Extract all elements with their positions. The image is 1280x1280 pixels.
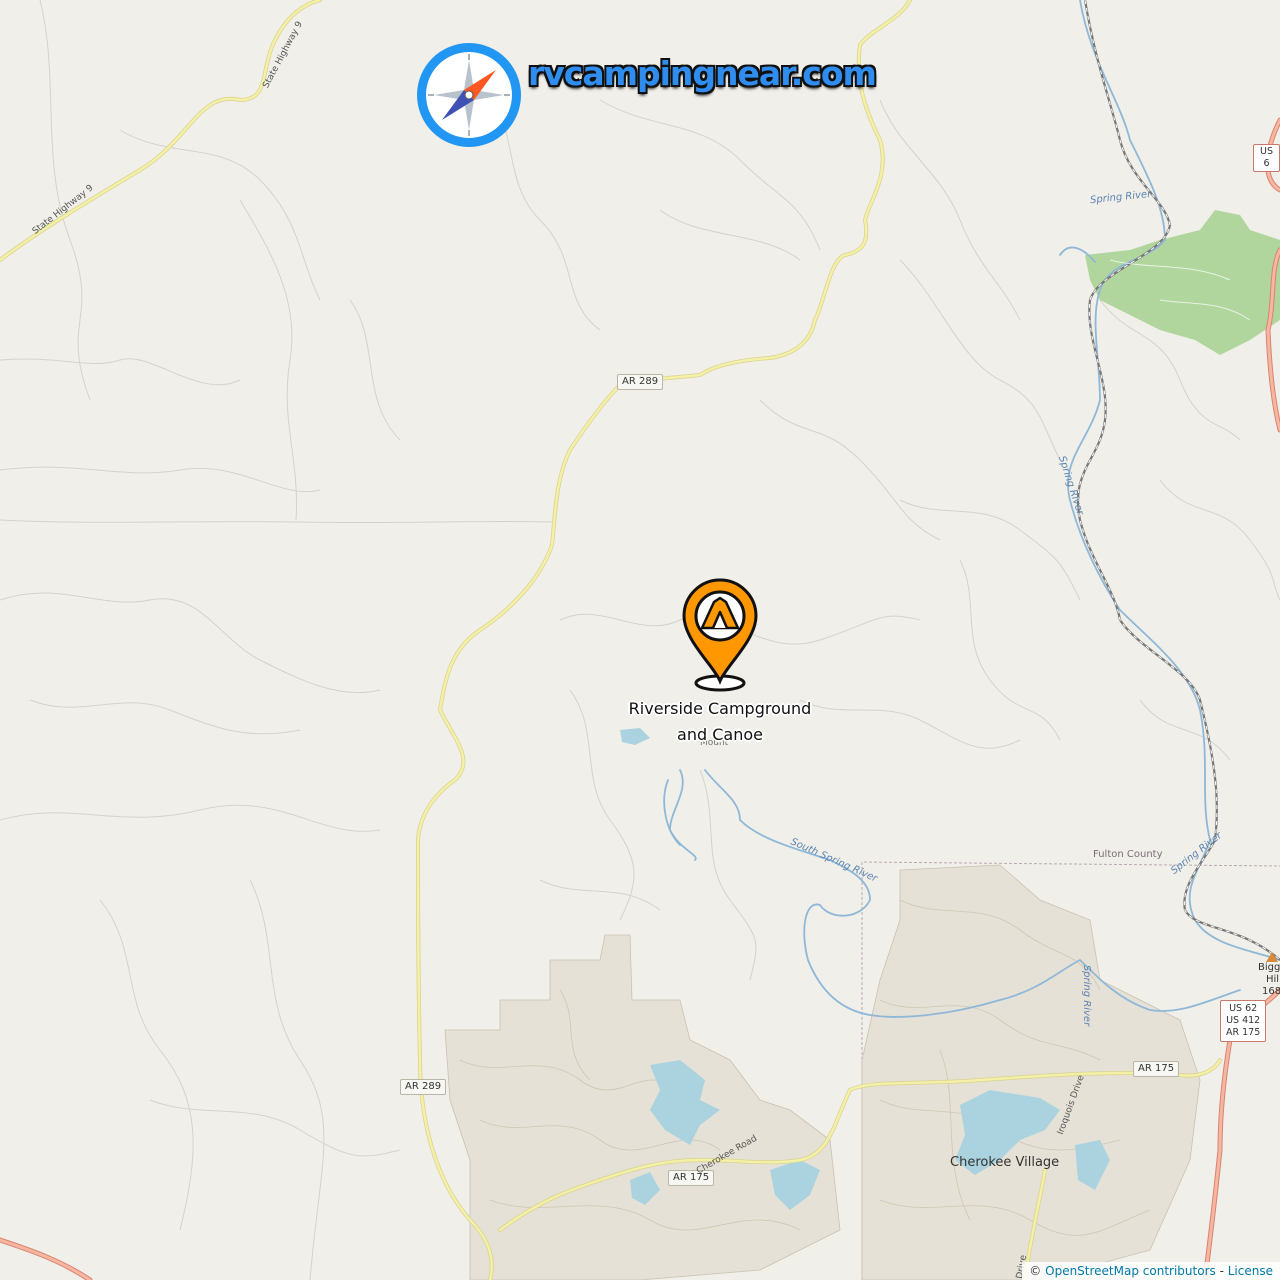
map-canvas[interactable]: AR 289 AR 289 AR 175 AR 175 US 6 US 62 U…: [0, 0, 1280, 1280]
site-logo[interactable]: rvcampingnear.com: [414, 40, 877, 152]
road-shield-ar175-label: AR 175: [1226, 1027, 1261, 1038]
park-area: [1085, 210, 1280, 355]
road-shield-ar175-east: AR 175: [1133, 1061, 1180, 1077]
osm-contributors-link[interactable]: OpenStreetMap contributors: [1045, 1264, 1216, 1278]
place-label-biggers-2: Hil: [1266, 974, 1280, 985]
railroad-line: [1076, 0, 1280, 961]
map-attribution: © OpenStreetMap contributors - License: [1022, 1262, 1280, 1280]
road-shield-ar289-south: AR 289: [400, 1079, 447, 1095]
road-shield-us62-label: US 62: [1229, 1003, 1258, 1014]
place-label-biggers-1: Bigg: [1258, 962, 1280, 973]
campground-label[interactable]: Riverside Campground and Canoe: [620, 696, 820, 748]
road-shield-us412-label: US 412: [1226, 1015, 1261, 1026]
road-shield-ar289-north: AR 289: [617, 374, 664, 390]
compass-icon: [417, 43, 521, 147]
copyright-symbol: ©: [1029, 1264, 1042, 1278]
license-link[interactable]: License: [1228, 1264, 1273, 1278]
road-shield-us-stack: US 62 US 412 AR 175: [1220, 1000, 1267, 1042]
place-label-cherokee-village: Cherokee Village: [950, 1155, 1060, 1170]
tent-pin-icon[interactable]: [680, 578, 760, 694]
map-tiles: [0, 0, 1280, 1280]
place-label-biggers-3: 168: [1262, 986, 1280, 997]
attribution-separator: -: [1219, 1264, 1224, 1278]
road-shield-ar175-west: AR 175: [668, 1170, 715, 1186]
place-label-fulton-county: Fulton County: [1093, 849, 1163, 860]
road-shield-us62: US 6: [1253, 144, 1280, 172]
site-logo-text: rvcampingnear.com: [528, 54, 877, 93]
water-label-spring-river-side: Spring River: [1081, 964, 1093, 1027]
